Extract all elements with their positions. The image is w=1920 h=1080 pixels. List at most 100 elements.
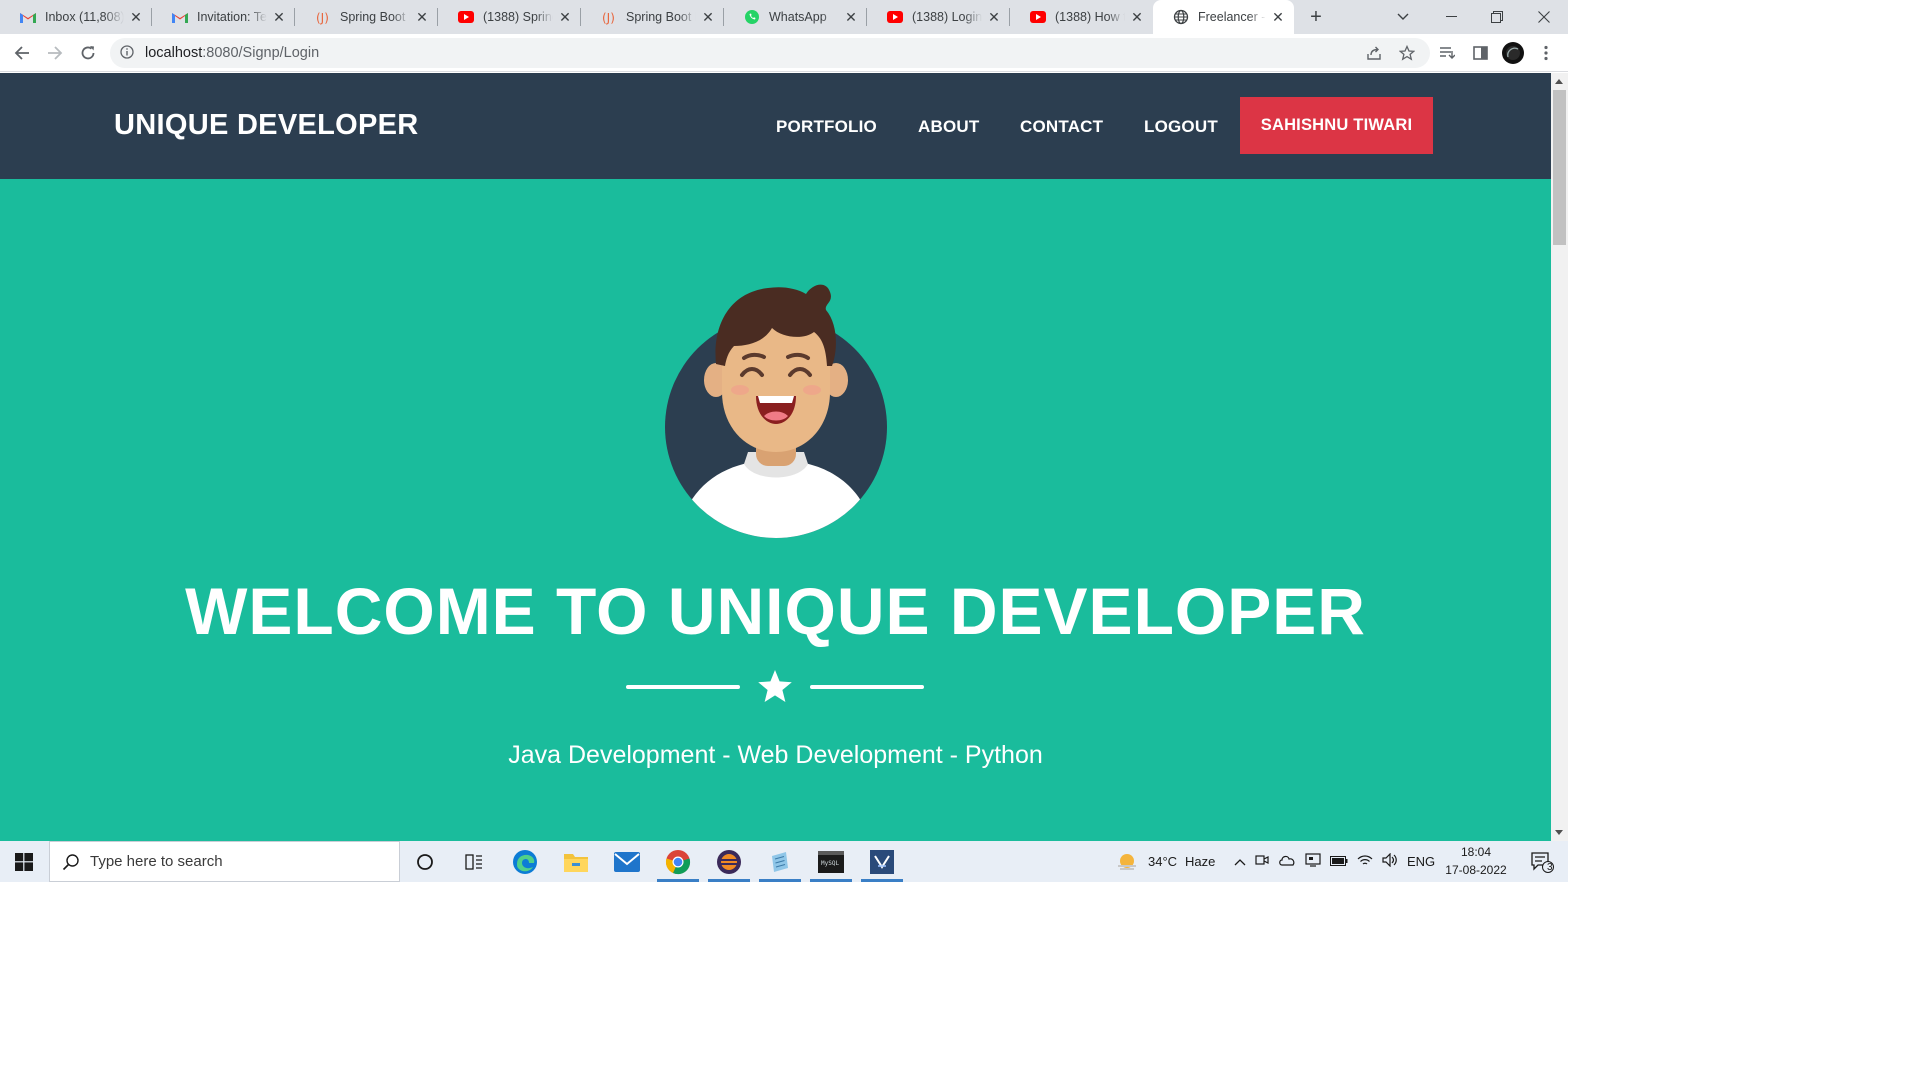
youtube-icon xyxy=(458,9,474,25)
file-explorer-icon[interactable] xyxy=(551,841,601,882)
scroll-up-arrow-icon[interactable] xyxy=(1555,79,1563,84)
tab-title: Spring Boot Rest xyxy=(340,10,410,24)
close-window-button[interactable] xyxy=(1521,0,1567,34)
taskbar-clock[interactable]: 18:04 17-08-2022 xyxy=(1440,843,1512,879)
close-tab-icon[interactable]: ✕ xyxy=(557,9,573,25)
tab-title: (1388) Spring Boot xyxy=(483,10,553,24)
reload-icon[interactable] xyxy=(76,41,100,65)
star-icon xyxy=(758,670,792,702)
scroll-thumb[interactable] xyxy=(1553,90,1566,245)
tab-title: WhatsApp xyxy=(769,10,827,24)
url-host: localhost xyxy=(145,45,203,61)
url-text: localhost:8080/Signp/Login xyxy=(145,45,319,61)
clock-time: 18:04 xyxy=(1460,845,1492,859)
tab-spring-boot-1[interactable]: (J) Spring Boot Rest ✕ xyxy=(295,0,438,34)
notification-center-button[interactable]: 3 xyxy=(1522,841,1562,882)
display-settings-icon[interactable] xyxy=(1305,853,1321,870)
javatpoint-icon: (J) xyxy=(601,9,617,25)
onedrive-cloud-icon[interactable] xyxy=(1278,854,1296,869)
more-menu-icon[interactable] xyxy=(1534,41,1558,65)
tab-title: Invitation: Tech xyxy=(197,10,267,24)
notepad-icon[interactable] xyxy=(755,841,805,882)
scroll-down-arrow-icon[interactable] xyxy=(1555,830,1563,835)
close-tab-icon[interactable]: ✕ xyxy=(414,9,430,25)
site-navbar: UNIQUE DEVELOPER PORTFOLIO ABOUT CONTACT… xyxy=(0,73,1551,179)
minimize-button[interactable] xyxy=(1428,0,1474,34)
eclipse-ide-icon[interactable] xyxy=(704,841,754,882)
weather-widget[interactable]: 34°C Haze xyxy=(1116,841,1215,882)
profile-avatar[interactable] xyxy=(1501,41,1525,65)
taskbar-search-box[interactable]: Type here to search xyxy=(49,841,400,882)
page-scrollbar[interactable] xyxy=(1551,73,1568,841)
youtube-icon xyxy=(887,9,903,25)
close-tab-icon[interactable]: ✕ xyxy=(128,9,144,25)
chrome-icon[interactable] xyxy=(653,841,703,882)
input-language[interactable]: ENG xyxy=(1407,841,1435,882)
whatsapp-icon xyxy=(744,9,760,25)
site-info-icon[interactable] xyxy=(120,45,134,64)
task-view-icon[interactable] xyxy=(449,841,499,882)
svg-text:(J): (J) xyxy=(602,11,615,25)
nav-portfolio[interactable]: PORTFOLIO xyxy=(776,117,877,137)
share-icon[interactable] xyxy=(1362,41,1386,65)
show-hidden-icons-chevron-icon[interactable] xyxy=(1234,854,1246,869)
tab-freelancer-active[interactable]: Freelancer - Start ✕ xyxy=(1153,0,1294,34)
tab-spring-boot-2[interactable]: (J) Spring Boot Rest ✕ xyxy=(581,0,724,34)
star-divider xyxy=(626,669,924,705)
tab-youtube-howto[interactable]: (1388) How to ✕ xyxy=(1010,0,1153,34)
page-viewport: UNIQUE DEVELOPER PORTFOLIO ABOUT CONTACT… xyxy=(0,73,1551,841)
mail-icon[interactable] xyxy=(602,841,652,882)
meet-now-icon[interactable] xyxy=(1255,853,1269,870)
hero-section: WELCOME TO UNIQUE DEVELOPER Java Develop… xyxy=(0,179,1551,841)
user-name-button[interactable]: SAHISHNU TIWARI xyxy=(1240,97,1433,154)
hero-subtitle: Java Development - Web Development - Pyt… xyxy=(508,741,1043,769)
nav-logout[interactable]: LOGOUT xyxy=(1144,117,1218,137)
close-tab-icon[interactable]: ✕ xyxy=(1270,9,1286,25)
weather-temperature: 34°C xyxy=(1148,854,1178,869)
windows-logo-icon xyxy=(15,852,33,871)
tab-title: Spring Boot Rest xyxy=(626,10,696,24)
restore-button[interactable] xyxy=(1474,0,1520,34)
search-icon xyxy=(62,853,80,876)
back-arrow-icon[interactable] xyxy=(10,41,34,65)
edge-browser-icon[interactable] xyxy=(500,841,550,882)
windows-start-button[interactable] xyxy=(0,841,48,882)
site-brand[interactable]: UNIQUE DEVELOPER xyxy=(114,109,419,142)
url-path: :8080/Signp/Login xyxy=(202,45,320,61)
close-tab-icon[interactable]: ✕ xyxy=(843,9,859,25)
divider-line-left xyxy=(626,685,740,689)
tab-youtube-spring[interactable]: (1388) Spring Boot ✕ xyxy=(438,0,581,34)
cortana-icon[interactable] xyxy=(400,841,450,882)
tab-whatsapp[interactable]: WhatsApp ✕ xyxy=(724,0,867,34)
weather-description: Haze xyxy=(1185,854,1216,869)
close-tab-icon[interactable]: ✕ xyxy=(1129,9,1145,25)
reading-list-icon[interactable] xyxy=(1435,41,1459,65)
forward-arrow-icon[interactable] xyxy=(43,41,67,65)
side-panel-icon[interactable] xyxy=(1468,41,1492,65)
wifi-icon[interactable] xyxy=(1357,854,1373,869)
mysql-terminal-icon[interactable]: MySQL xyxy=(806,841,856,882)
volume-icon[interactable] xyxy=(1382,852,1398,870)
visual-studio-icon[interactable] xyxy=(857,841,907,882)
tab-youtube-login[interactable]: (1388) Login and ✕ xyxy=(867,0,1010,34)
address-bar[interactable]: localhost:8080/Signp/Login xyxy=(110,38,1430,68)
tab-title: Freelancer - Start xyxy=(1198,10,1266,24)
battery-icon[interactable] xyxy=(1330,854,1348,869)
divider-line-right xyxy=(810,685,924,689)
svg-text:MySQL: MySQL xyxy=(821,860,839,867)
bookmark-star-icon[interactable] xyxy=(1395,41,1419,65)
close-tab-icon[interactable]: ✕ xyxy=(271,9,287,25)
new-tab-button[interactable]: + xyxy=(1304,5,1328,29)
windows-taskbar: Type here to search MySQL 34°C Haze ENG … xyxy=(0,841,1568,882)
close-tab-icon[interactable]: ✕ xyxy=(700,9,716,25)
tab-inbox[interactable]: Inbox (11,808) ✕ xyxy=(0,0,152,34)
search-placeholder: Type here to search xyxy=(90,853,223,870)
tab-invitation[interactable]: Invitation: Tech ✕ xyxy=(152,0,295,34)
globe-icon xyxy=(1173,9,1189,25)
close-tab-icon[interactable]: ✕ xyxy=(986,9,1002,25)
gmail-icon xyxy=(172,9,188,25)
svg-text:(J): (J) xyxy=(316,11,329,25)
nav-contact[interactable]: CONTACT xyxy=(1020,117,1103,137)
nav-about[interactable]: ABOUT xyxy=(918,117,979,137)
tab-search-chevron-icon[interactable] xyxy=(1380,0,1426,34)
